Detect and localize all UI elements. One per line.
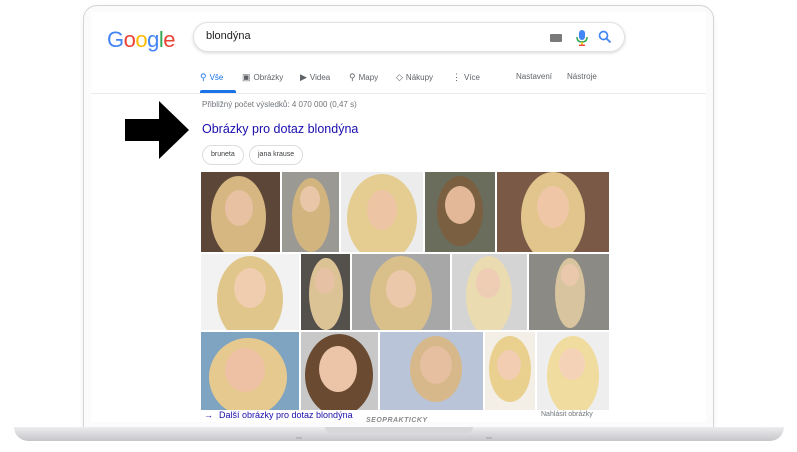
active-tab-indicator (200, 90, 236, 93)
image-thumbnail[interactable] (201, 332, 299, 410)
video-icon: ▶ (300, 72, 307, 82)
map-pin-icon: ⚲ (349, 72, 356, 82)
tab-tools[interactable]: Nástroje (567, 72, 597, 81)
result-stats: Přibližný počet výsledků: 4 070 000 (0,4… (202, 100, 357, 109)
laptop-foot (486, 437, 492, 439)
search-icon: ⚲ (200, 72, 207, 82)
laptop-notch (325, 427, 473, 433)
tab-images[interactable]: ▣ Obrázky (242, 72, 283, 83)
search-box[interactable]: blondýna (193, 22, 625, 52)
more-images-link[interactable]: → Další obrázky pro dotaz blondýna (204, 410, 353, 420)
report-images-link[interactable]: Nahlásit obrázky (541, 411, 593, 418)
tab-more[interactable]: ⋮ Více (452, 72, 480, 83)
logo-letter: g (147, 27, 159, 52)
image-grid (201, 172, 611, 410)
image-thumbnail[interactable] (201, 254, 299, 330)
more-vertical-icon: ⋮ (452, 72, 461, 82)
logo-letter: G (107, 27, 124, 52)
tab-label: Nastavení (516, 72, 553, 81)
browser-screen: Google blondýna ⚲ Vše ▣ Obrázky ▶ Videa … (91, 12, 706, 422)
more-images-label: Další obrázky pro dotaz blondýna (219, 410, 353, 420)
image-thumbnail[interactable] (301, 254, 350, 330)
tab-label: Vše (209, 73, 224, 82)
image-thumbnail[interactable] (425, 172, 495, 252)
tab-label: Obrázky (253, 73, 284, 82)
tab-maps[interactable]: ⚲ Mapy (349, 72, 378, 83)
image-icon: ▣ (242, 72, 251, 82)
image-thumbnail[interactable] (497, 172, 609, 252)
tab-label: Více (464, 73, 481, 82)
google-logo[interactable]: Google (107, 27, 176, 53)
tag-icon: ◇ (396, 72, 403, 82)
image-thumbnail[interactable] (537, 332, 609, 410)
tab-label: Nákupy (405, 73, 434, 82)
logo-letter: e (163, 27, 176, 52)
image-thumbnail[interactable] (282, 172, 339, 252)
stage: Google blondýna ⚲ Vše ▣ Obrázky ▶ Videa … (0, 0, 797, 452)
image-thumbnail[interactable] (485, 332, 535, 410)
tab-all[interactable]: ⚲ Vše (200, 72, 223, 83)
tab-shopping[interactable]: ◇ Nákupy (396, 72, 433, 83)
logo-letter: o (135, 27, 148, 52)
image-thumbnail[interactable] (452, 254, 527, 330)
chip-jana-krause[interactable]: jana krause (249, 145, 304, 165)
arrow-right-icon (125, 101, 189, 159)
tab-label: Nástroje (567, 72, 597, 81)
image-thumbnail[interactable] (529, 254, 609, 330)
image-thumbnail[interactable] (301, 332, 378, 410)
laptop-lid: Google blondýna ⚲ Vše ▣ Obrázky ▶ Videa … (83, 5, 714, 428)
search-input[interactable]: blondýna (206, 30, 251, 42)
logo-letter: o (123, 27, 136, 52)
tab-label: Videa (309, 73, 331, 82)
search-tabs: ⚲ Vše ▣ Obrázky ▶ Videa ⚲ Mapy ◇ Nákupy ⋮ Více (91, 66, 706, 94)
image-thumbnail[interactable] (380, 332, 483, 410)
laptop-foot (296, 437, 302, 439)
chip-bruneta[interactable]: bruneta (202, 145, 244, 165)
image-thumbnail[interactable] (201, 172, 280, 252)
tab-label: Mapy (358, 73, 379, 82)
arrow-right-icon: → (204, 410, 213, 420)
brand-watermark: SEOPRAKTICKY (366, 417, 428, 424)
keyboard-icon[interactable] (550, 34, 562, 42)
image-thumbnail[interactable] (341, 172, 423, 252)
microphone-icon[interactable] (575, 30, 589, 46)
image-thumbnail[interactable] (352, 254, 450, 330)
tab-settings[interactable]: Nastavení (516, 72, 552, 81)
search-icon[interactable] (598, 30, 612, 44)
images-heading-link[interactable]: Obrázky pro dotaz blondýna (202, 122, 358, 136)
tab-videos[interactable]: ▶ Videa (300, 72, 330, 83)
